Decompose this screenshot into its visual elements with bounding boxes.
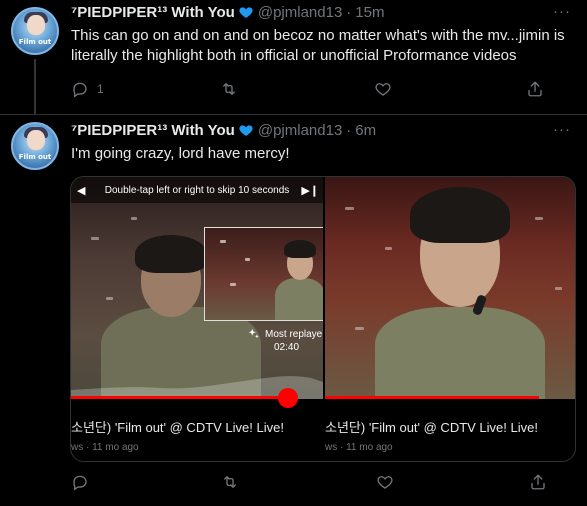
thumbnail-preview xyxy=(204,227,323,321)
share-icon xyxy=(531,474,545,490)
tweet-actions: 1 xyxy=(62,79,572,99)
performer-hair xyxy=(410,187,510,243)
reply-count: 1 xyxy=(97,82,104,96)
tweet-header: ⁷PIEDPIPER¹³ With You @pjmland13 · 15m xyxy=(71,2,384,22)
display-name[interactable]: ⁷PIEDPIPER¹³ With You xyxy=(71,4,235,21)
display-name[interactable]: ⁷PIEDPIPER¹³ With You xyxy=(71,122,235,139)
like-icon xyxy=(375,83,391,96)
reply-button[interactable] xyxy=(71,472,89,492)
media-card[interactable]: ◀ Double-tap left or right to skip 10 se… xyxy=(70,176,576,462)
confetti xyxy=(220,240,226,243)
reply-icon xyxy=(73,82,87,98)
play-next-icon[interactable]: ▶❙ xyxy=(301,184,319,197)
video-title[interactable]: 소년단) 'Film out' @ CDTV Live! Live! xyxy=(71,417,284,436)
retweet-button[interactable] xyxy=(221,472,239,492)
confetti xyxy=(355,327,364,330)
most-replayed-label: Most replaye xyxy=(247,327,322,341)
dot-separator: · xyxy=(346,121,352,139)
retweet-button[interactable] xyxy=(220,79,238,99)
retweet-icon xyxy=(224,476,236,488)
tweet-actions xyxy=(62,472,572,492)
heart-icon xyxy=(239,7,253,18)
video-timestamp: 02:40 xyxy=(274,342,300,353)
like-icon xyxy=(377,476,393,489)
skip-hint-text: Double-tap left or right to skip 10 seco… xyxy=(104,184,290,196)
reply-icon xyxy=(73,475,87,491)
avatar-face xyxy=(27,130,45,150)
confetti xyxy=(131,217,137,220)
reply-button[interactable]: 1 xyxy=(71,79,104,99)
performer-hair xyxy=(135,235,207,273)
play-prev-icon[interactable]: ◀ xyxy=(77,184,85,197)
video-title[interactable]: 소년단) 'Film out' @ CDTV Live! Live! xyxy=(325,417,538,436)
confetti xyxy=(106,297,113,300)
timestamp[interactable]: 6m xyxy=(355,122,376,139)
media-image-right[interactable]: 소년단) 'Film out' @ CDTV Live! Live! ws · … xyxy=(325,177,575,461)
heart-icon xyxy=(239,125,253,136)
retweet-icon xyxy=(222,83,235,95)
confetti xyxy=(535,217,543,220)
most-replayed-text: Most replaye xyxy=(265,328,323,340)
confetti xyxy=(245,258,250,261)
dot-separator: · xyxy=(346,3,352,21)
performer-body xyxy=(375,307,545,399)
thread-line xyxy=(34,59,36,115)
handle[interactable]: @pjmland13 xyxy=(258,4,342,21)
confetti xyxy=(91,237,99,240)
more-icon[interactable]: ··· xyxy=(553,3,571,20)
sparkle-icon xyxy=(248,328,259,339)
confetti xyxy=(345,207,354,210)
handle[interactable]: @pjmland13 xyxy=(258,122,342,139)
progress-fill xyxy=(71,396,288,399)
video-subtitle: ws · 11 mo ago xyxy=(325,442,393,453)
avatar-text: Film out xyxy=(18,38,52,46)
confetti xyxy=(230,283,236,286)
video-frame xyxy=(325,177,575,399)
share-button[interactable] xyxy=(529,472,547,492)
tweet-text: This can go on and on and on becoz no ma… xyxy=(71,27,565,64)
tweet[interactable]: Film out ⁷PIEDPIPER¹³ With You @pjmland1… xyxy=(0,0,587,115)
like-button[interactable] xyxy=(374,79,392,99)
confetti xyxy=(555,287,562,290)
avatar[interactable]: Film out xyxy=(11,122,59,170)
tweet-text: I'm going crazy, lord have mercy! xyxy=(71,145,290,162)
timestamp[interactable]: 15m xyxy=(355,4,384,21)
performer-body xyxy=(275,278,323,320)
more-icon[interactable]: ··· xyxy=(553,121,571,138)
performer-hair xyxy=(284,240,316,258)
share-button[interactable] xyxy=(526,79,544,99)
media-image-left[interactable]: ◀ Double-tap left or right to skip 10 se… xyxy=(71,177,323,461)
like-button[interactable] xyxy=(376,472,394,492)
confetti xyxy=(385,247,392,250)
avatar-text: Film out xyxy=(18,153,52,161)
skip-hint: ◀ Double-tap left or right to skip 10 se… xyxy=(71,177,323,203)
share-icon xyxy=(528,81,542,97)
progress-fill xyxy=(325,396,540,399)
tweet-header: ⁷PIEDPIPER¹³ With You @pjmland13 · 6m xyxy=(71,120,376,140)
video-subtitle: ws · 11 mo ago xyxy=(71,442,139,453)
avatar-face xyxy=(27,15,45,35)
avatar[interactable]: Film out xyxy=(11,7,59,55)
progress-knob[interactable] xyxy=(277,388,298,408)
